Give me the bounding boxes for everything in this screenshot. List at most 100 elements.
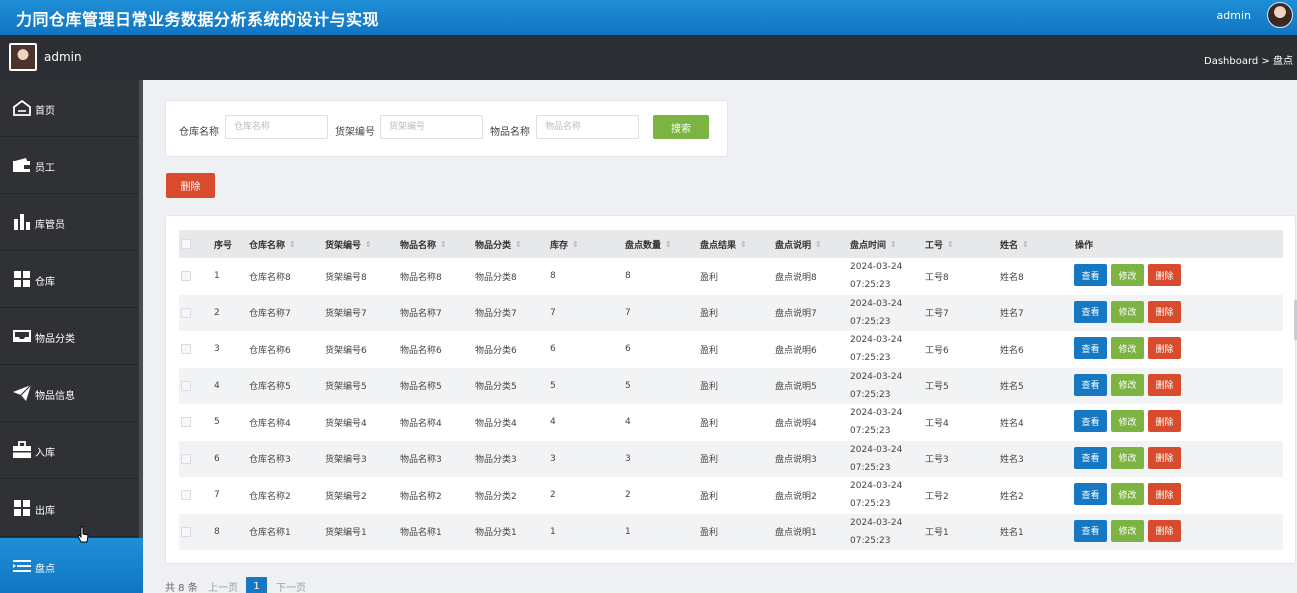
sidebar-item-inbound[interactable]: 入库 <box>0 422 139 479</box>
sidebar-item-home[interactable]: 首页 <box>0 80 139 137</box>
edit-button[interactable]: 修改 <box>1111 300 1144 323</box>
sort-icon: ⇕ <box>515 239 522 249</box>
delete-button[interactable]: 删除 <box>1148 300 1181 323</box>
sidebar-item-label: 出库 <box>35 506 55 517</box>
view-button[interactable]: 查看 <box>1074 300 1107 323</box>
grid-icon <box>11 270 33 288</box>
cell-no: 4 <box>214 380 220 391</box>
row-checkbox[interactable] <box>181 307 191 318</box>
search-button[interactable]: 搜索 <box>653 115 709 139</box>
sidebar-item-label: 库管员 <box>35 220 65 231</box>
sidebar-item-inventory-check[interactable]: 盘点 <box>0 538 143 593</box>
view-button[interactable]: 查看 <box>1074 446 1107 469</box>
list-icon <box>11 557 33 575</box>
warehouse-label: 仓库名称 <box>179 127 219 138</box>
cell-desc: 盘点说明8 <box>775 272 817 283</box>
cell-category: 物品分类7 <box>475 309 517 320</box>
sort-icon: ⇕ <box>815 239 822 249</box>
header-cell[interactable]: 姓名 ⇕ <box>1000 230 1029 258</box>
wallet-icon <box>11 156 33 174</box>
header-cell[interactable]: 盘点说明 ⇕ <box>775 230 822 258</box>
delete-button[interactable]: 删除 <box>1148 483 1181 505</box>
edit-button[interactable]: 修改 <box>1111 446 1144 469</box>
row-checkbox[interactable] <box>181 344 191 355</box>
shelf-label: 货架编号 <box>335 127 375 138</box>
cell-result: 盈利 <box>700 455 719 466</box>
top-avatar[interactable] <box>1267 2 1293 28</box>
cell-item: 物品名称6 <box>400 345 442 356</box>
cell-warehouse: 仓库名称5 <box>249 382 291 393</box>
view-button[interactable]: 查看 <box>1074 483 1107 505</box>
sidebar-scrollbar[interactable] <box>139 80 143 540</box>
edit-button[interactable]: 修改 <box>1111 264 1144 286</box>
delete-button[interactable]: 删除 <box>1148 373 1181 396</box>
row-checkbox[interactable] <box>181 526 191 537</box>
cell-warehouse: 仓库名称4 <box>249 418 291 429</box>
prev-page-button[interactable]: 上一页 <box>208 579 238 593</box>
edit-button[interactable]: 修改 <box>1111 410 1144 432</box>
search-panel: 仓库名称 货架编号 物品名称 搜索 <box>165 100 728 157</box>
header-cell[interactable]: 盘点结果 ⇕ <box>700 230 747 258</box>
view-button[interactable]: 查看 <box>1074 519 1107 542</box>
top-username[interactable]: admin <box>1217 9 1251 22</box>
cell-stock: 7 <box>550 307 556 318</box>
sidebar-item-outbound[interactable]: 出库 <box>0 480 139 537</box>
next-page-button[interactable]: 下一页 <box>276 579 306 593</box>
header-cell[interactable]: 物品名称 ⇕ <box>400 230 447 258</box>
delete-button[interactable]: 删除 <box>1148 446 1181 469</box>
view-button[interactable]: 查看 <box>1074 337 1107 359</box>
cell-shelf: 货架编号1 <box>325 528 367 539</box>
view-button[interactable]: 查看 <box>1074 373 1107 396</box>
warehouse-input[interactable] <box>225 115 328 139</box>
mouse-cursor-icon <box>78 526 89 543</box>
cell-no: 2 <box>214 307 220 318</box>
edit-button[interactable]: 修改 <box>1111 373 1144 396</box>
select-all-checkbox[interactable] <box>181 239 191 249</box>
view-button[interactable]: 查看 <box>1074 264 1107 286</box>
row-checkbox[interactable] <box>181 453 191 464</box>
data-table: 序号 仓库名称 ⇕ 货架编号 ⇕ 物品名称 ⇕ 物品分类 ⇕ 库存 ⇕ 盘点数量 ⇕ 盘点结… <box>179 230 1283 550</box>
header-cell[interactable]: 物品分类 ⇕ <box>475 230 522 258</box>
delete-button[interactable]: 删除 <box>1148 410 1181 432</box>
table-body: 1 仓库名称8 货架编号8 物品名称8 物品分类8 8 8 盈利 盘点说明8 2024-03-24… <box>179 258 1283 550</box>
delete-button[interactable]: 删除 <box>1148 264 1181 286</box>
batch-delete-button[interactable]: 删除 <box>166 173 215 198</box>
sidebar: 首页 员工 库管员 仓库 物品分类 物品信息 入库 出库 盘点 <box>0 80 143 593</box>
edit-button[interactable]: 修改 <box>1111 483 1144 505</box>
table-row: 4 仓库名称5 货架编号5 物品名称5 物品分类5 5 5 盈利 盘点说明5 2024-03-24… <box>179 367 1283 404</box>
cell-count: 3 <box>625 453 631 464</box>
sidebar-item-category[interactable]: 物品分类 <box>0 308 139 365</box>
delete-button[interactable]: 删除 <box>1148 519 1181 542</box>
page-1-button[interactable]: 1 <box>246 577 267 593</box>
sidebar-item-staff[interactable]: 员工 <box>0 137 139 194</box>
cell-category: 物品分类5 <box>475 382 517 393</box>
delete-button[interactable]: 删除 <box>1148 337 1181 359</box>
row-checkbox[interactable] <box>181 271 191 282</box>
header-cell[interactable]: 库存 ⇕ <box>550 230 579 258</box>
cell-stock: 1 <box>550 526 556 537</box>
header-cell[interactable]: 盘点时间 ⇕ <box>850 230 897 258</box>
header-cell[interactable]: 序号 <box>214 230 232 258</box>
sort-icon: ⇕ <box>572 239 579 249</box>
header-cell[interactable]: 工号 ⇕ <box>925 230 954 258</box>
header-cell[interactable]: 货架编号 ⇕ <box>325 230 372 258</box>
row-checkbox[interactable] <box>181 417 191 428</box>
edit-button[interactable]: 修改 <box>1111 519 1144 542</box>
edit-button[interactable]: 修改 <box>1111 337 1144 359</box>
cell-no: 3 <box>214 344 220 355</box>
row-checkbox[interactable] <box>181 380 191 391</box>
cell-empno: 工号6 <box>925 345 949 356</box>
sidebar-item-keeper[interactable]: 库管员 <box>0 194 139 251</box>
shelf-input[interactable] <box>380 115 483 139</box>
sidebar-item-goods[interactable]: 物品信息 <box>0 365 139 422</box>
table-row: 8 仓库名称1 货架编号1 物品名称1 物品分类1 1 1 盈利 盘点说明1 2024-03-24… <box>179 513 1283 550</box>
sidebar-item-label: 物品分类 <box>35 334 75 345</box>
header-cell[interactable]: 盘点数量 ⇕ <box>625 230 672 258</box>
view-button[interactable]: 查看 <box>1074 410 1107 432</box>
sidebar-item-warehouse[interactable]: 仓库 <box>0 251 139 308</box>
header-cell[interactable]: 仓库名称 ⇕ <box>249 230 296 258</box>
breadcrumb[interactable]: Dashboard > 盘点 <box>1204 52 1293 67</box>
item-input[interactable] <box>536 115 639 139</box>
row-checkbox[interactable] <box>181 490 191 501</box>
table-row: 7 仓库名称2 货架编号2 物品名称2 物品分类2 2 2 盈利 盘点说明2 2024-03-24… <box>179 477 1283 514</box>
